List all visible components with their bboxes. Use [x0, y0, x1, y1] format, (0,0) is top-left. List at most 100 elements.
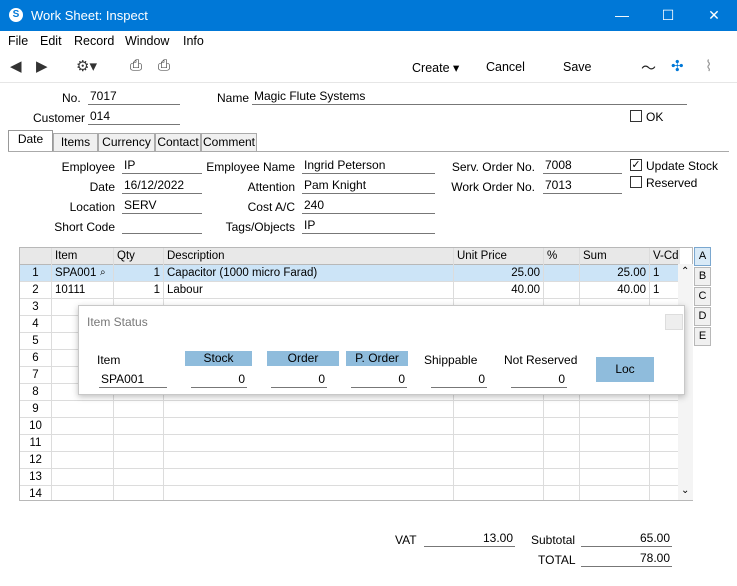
table-row[interactable]: 11	[20, 435, 680, 452]
print-preview-icon[interactable]: ⎙	[158, 57, 170, 74]
qty-cell[interactable]: 1	[114, 265, 164, 282]
tags-objects-field[interactable]: IP	[302, 219, 435, 234]
percent-cell[interactable]	[544, 282, 580, 299]
vcd-cell[interactable]: 1	[650, 282, 680, 299]
short-code-field[interactable]	[122, 219, 202, 234]
description-cell[interactable]: Capacitor (1000 micro Farad)	[164, 265, 454, 282]
sum-cell[interactable]	[580, 435, 650, 452]
popup-close-button[interactable]	[665, 314, 683, 330]
close-button[interactable]: ✕	[691, 0, 737, 31]
item-cell[interactable]: 10111	[52, 282, 114, 299]
qty-cell[interactable]	[114, 486, 164, 500]
gear-icon[interactable]: ⚙▾	[76, 57, 97, 75]
save-button[interactable]: Save	[563, 60, 592, 74]
unit-price-cell[interactable]	[454, 486, 544, 500]
qty-cell[interactable]: 1	[114, 282, 164, 299]
employee-name-field[interactable]: Ingrid Peterson	[302, 159, 435, 174]
qty-cell[interactable]	[114, 418, 164, 435]
percent-cell[interactable]	[544, 265, 580, 282]
ok-checkbox[interactable]	[630, 110, 642, 122]
item-lookup-icon[interactable]: ⌕	[100, 265, 106, 281]
table-row[interactable]: 9	[20, 401, 680, 418]
tab-contact[interactable]: Contact	[155, 133, 201, 152]
item-cell[interactable]	[52, 401, 114, 418]
cost-ac-field[interactable]: 240	[302, 199, 435, 214]
customer-field[interactable]: 014	[88, 110, 180, 125]
unit-price-cell[interactable]	[454, 452, 544, 469]
print-icon[interactable]: ⎙	[130, 57, 142, 74]
porder-header-button[interactable]: P. Order	[346, 351, 408, 366]
location-field[interactable]: SERV	[122, 199, 202, 214]
vcd-cell[interactable]	[650, 486, 680, 500]
table-row[interactable]: 1 SPA001 ⌕ 1 Capacitor (1000 micro Farad) 25.…	[20, 265, 680, 282]
sum-cell[interactable]: 25.00	[580, 265, 650, 282]
qty-cell[interactable]	[114, 401, 164, 418]
no-field[interactable]: 7017	[88, 90, 180, 105]
scroll-up-icon[interactable]: ⌃	[681, 266, 689, 277]
grid-header-qty[interactable]: Qty	[114, 248, 164, 265]
unit-price-cell[interactable]	[454, 418, 544, 435]
item-cell[interactable]	[52, 452, 114, 469]
unit-price-cell[interactable]	[454, 435, 544, 452]
grid-header-percent[interactable]: %	[544, 248, 580, 265]
description-cell[interactable]	[164, 486, 454, 500]
menu-edit[interactable]: Edit	[40, 34, 62, 48]
percent-cell[interactable]	[544, 401, 580, 418]
table-row[interactable]: 14	[20, 486, 680, 500]
percent-cell[interactable]	[544, 486, 580, 500]
item-cell[interactable]	[52, 435, 114, 452]
tab-date[interactable]: Date	[8, 130, 53, 152]
work-order-field[interactable]: 7013	[543, 179, 622, 194]
expand-icon[interactable]: ✣	[671, 57, 684, 75]
sum-cell[interactable]: 40.00	[580, 282, 650, 299]
grid-header-vcd[interactable]: V-Cd	[650, 248, 680, 265]
qty-cell[interactable]	[114, 452, 164, 469]
percent-cell[interactable]	[544, 435, 580, 452]
attention-field[interactable]: Pam Knight	[302, 179, 435, 194]
unit-price-cell[interactable]	[454, 401, 544, 418]
stock-header-button[interactable]: Stock	[185, 351, 252, 366]
minimize-button[interactable]: —	[599, 0, 645, 31]
sum-cell[interactable]	[580, 401, 650, 418]
attachment-icon[interactable]: ⌇	[705, 57, 712, 75]
item-cell[interactable]	[52, 418, 114, 435]
menu-file[interactable]: File	[8, 34, 28, 48]
next-record-icon[interactable]: ▶	[36, 57, 48, 75]
table-row[interactable]: 13	[20, 469, 680, 486]
update-stock-checkbox[interactable]: ✓	[630, 159, 642, 171]
qty-cell[interactable]	[114, 435, 164, 452]
employee-field[interactable]: IP	[122, 159, 202, 174]
percent-cell[interactable]	[544, 469, 580, 486]
vcd-cell[interactable]	[650, 469, 680, 486]
grid-header-sum[interactable]: Sum	[580, 248, 650, 265]
qty-cell[interactable]	[114, 469, 164, 486]
letter-tab-a[interactable]: A	[694, 247, 711, 266]
sum-cell[interactable]	[580, 452, 650, 469]
previous-record-icon[interactable]: ◀	[10, 57, 22, 75]
description-cell[interactable]	[164, 401, 454, 418]
vcd-cell[interactable]	[650, 435, 680, 452]
tab-comment[interactable]: Comment	[201, 133, 257, 152]
description-cell[interactable]	[164, 435, 454, 452]
percent-cell[interactable]	[544, 452, 580, 469]
scroll-down-icon[interactable]: ⌄	[681, 485, 689, 496]
menu-record[interactable]: Record	[74, 34, 114, 48]
vcd-cell[interactable]: 1	[650, 265, 680, 282]
unit-price-cell[interactable]: 40.00	[454, 282, 544, 299]
description-cell[interactable]	[164, 469, 454, 486]
menu-info[interactable]: Info	[183, 34, 204, 48]
tab-items[interactable]: Items	[53, 133, 98, 152]
serv-order-field[interactable]: 7008	[543, 159, 622, 174]
sum-cell[interactable]	[580, 418, 650, 435]
description-cell[interactable]: Labour	[164, 282, 454, 299]
grid-header-unit-price[interactable]: Unit Price	[454, 248, 544, 265]
letter-tab-e[interactable]: E	[694, 327, 711, 346]
letter-tab-b[interactable]: B	[694, 267, 711, 286]
grid-header-description[interactable]: Description	[164, 248, 454, 265]
reserved-checkbox[interactable]	[630, 176, 642, 188]
unit-price-cell[interactable]	[454, 469, 544, 486]
table-row[interactable]: 10	[20, 418, 680, 435]
sum-cell[interactable]	[580, 486, 650, 500]
vcd-cell[interactable]	[650, 452, 680, 469]
menu-window[interactable]: Window	[125, 34, 169, 48]
